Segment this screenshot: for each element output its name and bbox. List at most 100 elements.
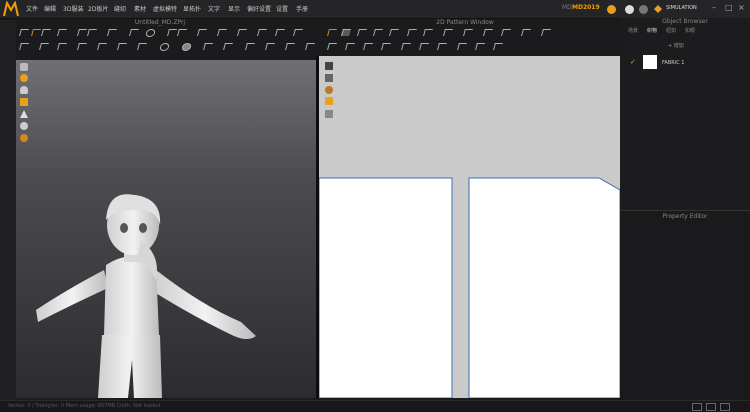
marvelous-designer-logo-icon[interactable] — [3, 1, 19, 17]
3d-tool-icon[interactable] — [217, 29, 227, 36]
3d-toolbar-row-2 — [19, 43, 316, 53]
3d-tool-icon[interactable] — [57, 29, 67, 36]
minimize-button[interactable]: – — [712, 3, 716, 12]
3d-window-title: Untitled_MD.ZPrj — [134, 19, 186, 26]
menu-materials[interactable]: 素材 — [134, 4, 146, 13]
3d-tool-icon[interactable] — [19, 43, 29, 50]
tab-buttons[interactable]: 纽扣 — [666, 27, 676, 34]
menu-file[interactable]: 文件 — [26, 4, 38, 13]
help-icon[interactable] — [625, 5, 634, 14]
user-icon[interactable] — [639, 5, 648, 14]
simulation-icon[interactable] — [654, 5, 662, 13]
pattern-pieces — [319, 177, 620, 398]
2d-tool-icon[interactable] — [357, 29, 367, 36]
3d-tool-icon[interactable] — [158, 43, 171, 51]
3d-tool-icon[interactable] — [293, 29, 303, 36]
3d-tool-icon[interactable] — [223, 43, 233, 50]
2d-tool-icon[interactable] — [407, 29, 417, 36]
3d-tool-icon[interactable] — [19, 29, 29, 36]
2d-tool-icon[interactable] — [419, 43, 429, 50]
2d-tool-icon[interactable] — [389, 29, 399, 36]
2d-tool-icon[interactable] — [501, 29, 511, 36]
2d-tool-icon[interactable] — [443, 29, 453, 36]
2d-tool-icon[interactable] — [521, 29, 531, 36]
2d-tool-icon[interactable] — [437, 43, 447, 50]
2d-tool-icon[interactable] — [483, 29, 493, 36]
2d-tool-icon[interactable] — [341, 29, 351, 36]
tab-fabric[interactable]: 织物 — [647, 27, 657, 34]
3d-tool-icon[interactable] — [177, 29, 187, 36]
menu-avatar[interactable]: 虚拟模特 — [153, 4, 177, 13]
2d-tool-icon[interactable] — [381, 43, 391, 50]
fabric-item-label[interactable]: FABRIC 1 — [662, 60, 684, 66]
3d-tool-icon[interactable] — [180, 43, 193, 51]
3d-tool-icon[interactable] — [77, 43, 87, 50]
3d-tool-icon[interactable] — [117, 43, 127, 50]
menu-display[interactable]: 显示 — [228, 4, 240, 13]
2d-tool-icon[interactable] — [363, 43, 373, 50]
layout-icon[interactable] — [692, 403, 702, 411]
layout-icon[interactable] — [706, 403, 716, 411]
tab-scene[interactable]: 场景 — [628, 27, 638, 34]
menu-manual[interactable]: 手册 — [296, 4, 308, 13]
add-fabric-button[interactable]: + 增加 — [668, 42, 684, 49]
2d-tool-icon[interactable] — [475, 43, 485, 50]
pattern-piece-right[interactable] — [468, 177, 620, 398]
fabric-swatch[interactable] — [643, 55, 657, 69]
3d-tool-icon[interactable] — [87, 29, 97, 36]
layout-icon[interactable] — [720, 403, 730, 411]
2d-tool-icon[interactable] — [457, 43, 467, 50]
menu-text[interactable]: 文字 — [208, 4, 220, 13]
3d-tool-icon[interactable] — [77, 29, 87, 36]
2d-pattern-window[interactable] — [319, 56, 620, 398]
2d-tool-icon[interactable] — [541, 29, 551, 36]
3d-tool-icon[interactable] — [245, 43, 255, 50]
3d-tool-icon[interactable] — [144, 29, 157, 37]
3d-viewport[interactable] — [16, 60, 316, 398]
menu-3d-garment[interactable]: 3D服装 — [63, 4, 83, 13]
close-button[interactable]: × — [738, 3, 745, 12]
status-text: Vertex: 0 / Triangles: 0 Mem usage: 857M… — [8, 403, 161, 409]
3d-tool-icon[interactable] — [203, 43, 213, 50]
3d-tool-icon[interactable] — [97, 43, 107, 50]
simulation-label[interactable]: SIMULATION — [666, 5, 697, 11]
menu-sewing[interactable]: 缝纫 — [114, 4, 126, 13]
3d-tool-icon[interactable] — [57, 43, 67, 50]
3d-tool-icon[interactable] — [285, 43, 295, 50]
2d-tool-icon[interactable] — [463, 29, 473, 36]
3d-tool-icon[interactable] — [31, 29, 41, 36]
maximize-button[interactable]: □ — [725, 3, 733, 12]
2d-tool-icon[interactable] — [401, 43, 411, 50]
2d-tool-icon[interactable] — [345, 43, 355, 50]
3d-tool-icon[interactable] — [237, 29, 247, 36]
menu-bar: 文件 编辑 3D服装 2D板片 缝纫 素材 虚拟模特 显拓扑 文字 显示 偏好设… — [0, 0, 750, 19]
3d-tool-icon[interactable] — [265, 43, 275, 50]
3d-tool-icon[interactable] — [305, 43, 315, 50]
2d-tool-icon[interactable] — [493, 43, 503, 50]
3d-tool-icon[interactable] — [41, 29, 51, 36]
tab-buttonholes[interactable]: 扣眼 — [685, 27, 695, 34]
version-value: MD2019 — [572, 4, 600, 11]
3d-tool-icon[interactable] — [257, 29, 267, 36]
pattern-piece-left[interactable] — [319, 177, 453, 398]
menu-2d-pattern[interactable]: 2D板片 — [88, 4, 108, 13]
3d-tool-icon[interactable] — [275, 29, 285, 36]
3d-tool-icon[interactable] — [107, 29, 117, 36]
3d-tool-icon[interactable] — [129, 29, 139, 36]
2d-window-title: 2D Pattern Window — [436, 19, 494, 26]
cloud-icon[interactable] — [607, 5, 616, 14]
menu-settings[interactable]: 设置 — [276, 4, 288, 13]
2d-tool-icon[interactable] — [327, 43, 337, 50]
avatar-model[interactable] — [16, 60, 316, 398]
2d-toolbar-row-2 — [327, 43, 620, 53]
3d-tool-icon[interactable] — [39, 43, 49, 50]
3d-tool-icon[interactable] — [197, 29, 207, 36]
3d-tool-icon[interactable] — [137, 43, 147, 50]
menu-retopology[interactable]: 显拓扑 — [183, 4, 201, 13]
2d-tool-icon[interactable] — [423, 29, 433, 36]
menu-preferences[interactable]: 偏好设置 — [247, 4, 271, 13]
3d-tool-icon[interactable] — [167, 29, 177, 36]
menu-edit[interactable]: 编辑 — [44, 4, 56, 13]
2d-tool-icon[interactable] — [373, 29, 383, 36]
2d-tool-icon[interactable] — [327, 29, 337, 36]
